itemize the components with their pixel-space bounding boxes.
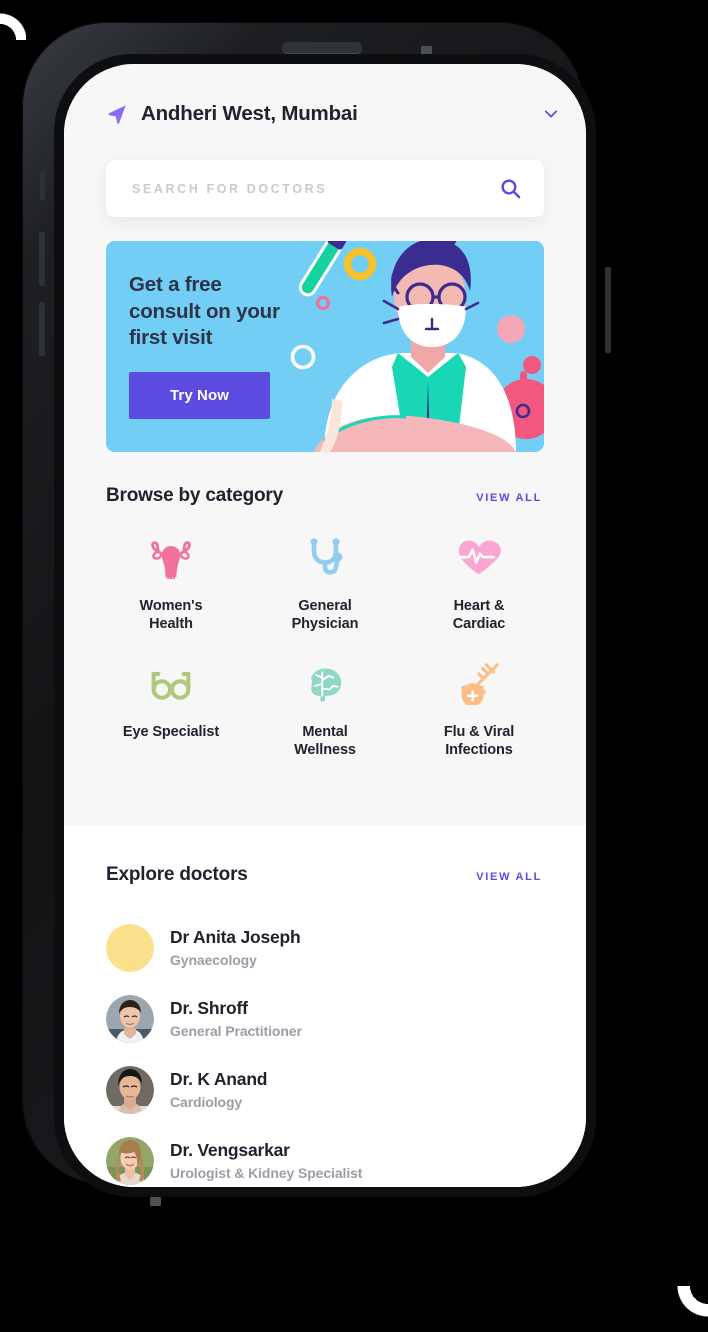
search-box[interactable]	[106, 160, 544, 217]
doctor-specialty: Cardiology	[170, 1094, 243, 1110]
category-label: Flu & Viral Infections	[443, 724, 515, 759]
phone-antenna-seam-bottom	[150, 1197, 161, 1206]
category-label: General Physician	[291, 598, 359, 633]
category-view-all-link[interactable]: VIEW ALL	[476, 492, 542, 504]
search-section	[64, 134, 586, 217]
phone-mute-switch[interactable]	[40, 172, 45, 200]
search-icon[interactable]	[499, 177, 522, 200]
category-item-flu-viral-infections[interactable]: Flu & Viral Infections	[402, 661, 556, 759]
doctor-name: Dr. K Anand	[170, 1069, 268, 1089]
navigation-arrow-icon	[106, 103, 128, 125]
phone-volume-up-button[interactable]	[39, 232, 45, 286]
category-section-title: Browse by category	[106, 485, 283, 506]
search-input[interactable]	[130, 180, 499, 197]
phone-power-button[interactable]	[605, 267, 611, 353]
doctors-view-all-link[interactable]: VIEW ALL	[476, 871, 542, 883]
promo-banner-section: Get a free consult on your first visit T…	[64, 217, 586, 452]
doctor-list-item[interactable]: Dr Anita Joseph Gynaecology	[106, 912, 544, 983]
doctor-specialty: Urologist & Kidney Specialist	[170, 1165, 363, 1181]
category-item-eye-specialist[interactable]: Eye Specialist	[94, 661, 248, 759]
location-label: Andheri West, Mumbai	[141, 102, 358, 125]
doctor-info: Dr. Shroff General Practitioner	[170, 998, 302, 1039]
category-item-mental-wellness[interactable]: Mental Wellness	[248, 661, 402, 759]
avatar	[106, 1065, 154, 1114]
doctor-info: Dr Anita Joseph Gynaecology	[170, 927, 301, 968]
phone-screen: Andheri West, Mumbai SEARCH FOR DOCTORS …	[64, 64, 586, 1187]
try-now-button[interactable]: Try Now	[129, 372, 270, 419]
banner-title: Get a free consult on your first visit	[129, 273, 280, 350]
doctor-list: Dr Anita Joseph Gynaecology Dr. Shroff G…	[64, 886, 586, 1187]
category-item-womens-health[interactable]: Women's Health	[94, 535, 248, 633]
category-label: Women's Health	[139, 598, 203, 633]
syringe-shield-icon	[457, 661, 501, 707]
doctor-specialty: General Practitioner	[170, 1023, 302, 1039]
earpiece-speaker	[282, 42, 362, 53]
phone-frame: Andheri West, Mumbai SEARCH FOR DOCTORS …	[22, 22, 611, 1206]
avatar	[106, 1136, 154, 1185]
glasses-icon	[149, 661, 193, 707]
browse-by-category-section: Browse by category VIEW ALL Women's Heal…	[64, 452, 586, 760]
doctor-name: Dr Anita Joseph	[170, 927, 301, 947]
explore-doctors-section: Explore doctors VIEW ALL Dr Anita Joseph…	[64, 825, 586, 1187]
doctors-section-title: Explore doctors	[106, 864, 248, 885]
banner-copy: Get a free consult on your first visit	[129, 272, 280, 352]
avatar	[106, 923, 154, 972]
decorative-corner-mark-top-left	[0, 0, 26, 40]
doctors-section-header: Explore doctors VIEW ALL	[64, 864, 586, 886]
category-label: Heart & Cardiac	[452, 598, 506, 633]
stethoscope-icon	[303, 535, 347, 581]
doctor-specialty: Gynaecology	[170, 952, 257, 968]
phone-volume-down-button[interactable]	[39, 302, 45, 356]
doctor-name: Dr. Shroff	[170, 998, 248, 1018]
avatar	[106, 994, 154, 1043]
heart-pulse-icon	[457, 535, 501, 581]
doctor-list-item[interactable]: Dr. Vengsarkar Urologist & Kidney Specia…	[106, 1125, 544, 1187]
doctor-list-item[interactable]: Dr. Shroff General Practitioner	[106, 983, 544, 1054]
doctor-info: Dr. Vengsarkar Urologist & Kidney Specia…	[170, 1140, 362, 1181]
doctor-info: Dr. K Anand Cardiology	[170, 1069, 268, 1110]
category-section-header: Browse by category VIEW ALL	[64, 485, 586, 507]
decorative-corner-mark-bottom-right	[674, 1286, 708, 1332]
category-grid: Women's Health General Physician Heart &…	[64, 507, 586, 760]
location-header[interactable]: Andheri West, Mumbai	[64, 64, 586, 134]
category-label: Eye Specialist	[122, 724, 220, 741]
app-root: Andheri West, Mumbai SEARCH FOR DOCTORS …	[64, 64, 586, 1187]
category-label: Mental Wellness	[294, 724, 356, 759]
uterus-icon	[149, 535, 193, 581]
category-item-heart-cardiac[interactable]: Heart & Cardiac	[402, 535, 556, 633]
doctor-illustration	[280, 241, 544, 452]
doctor-list-item[interactable]: Dr. K Anand Cardiology	[106, 1054, 544, 1125]
promo-banner[interactable]: Get a free consult on your first visit T…	[106, 241, 544, 452]
doctor-name: Dr. Vengsarkar	[170, 1140, 290, 1160]
chevron-down-icon[interactable]	[542, 105, 560, 123]
category-item-general-physician[interactable]: General Physician	[248, 535, 402, 633]
brain-icon	[303, 661, 347, 707]
